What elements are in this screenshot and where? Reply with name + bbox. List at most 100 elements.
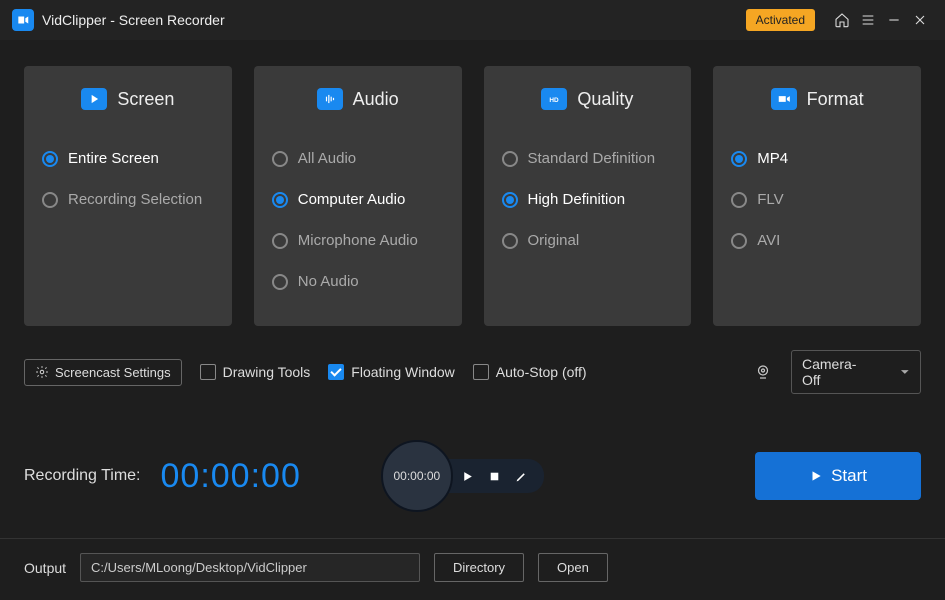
close-icon xyxy=(912,12,928,28)
time-circle-text: 00:00:00 xyxy=(394,469,441,483)
menu-button[interactable] xyxy=(855,7,881,33)
home-icon xyxy=(834,12,850,28)
radio-avi[interactable]: AVI xyxy=(731,220,903,261)
checkbox-icon xyxy=(473,364,489,380)
radio-microphone-audio[interactable]: Microphone Audio xyxy=(272,220,444,261)
checkbox-icon xyxy=(328,364,344,380)
playback-controls: 00:00:00 xyxy=(381,440,544,512)
screen-card: Screen Entire Screen Recording Selection xyxy=(24,66,232,326)
radio-icon xyxy=(272,151,288,167)
home-button[interactable] xyxy=(829,7,855,33)
activated-badge: Activated xyxy=(746,9,815,31)
close-button[interactable] xyxy=(907,7,933,33)
chevron-down-icon xyxy=(900,367,910,377)
format-card: Format MP4 FLV AVI xyxy=(713,66,921,326)
audio-card-header: Audio xyxy=(272,88,444,110)
auto-stop-checkbox[interactable]: Auto-Stop (off) xyxy=(473,364,587,380)
radio-label: Entire Screen xyxy=(68,150,159,167)
radio-label: Recording Selection xyxy=(68,191,202,208)
radio-label: Original xyxy=(528,232,580,249)
radio-icon xyxy=(502,192,518,208)
recording-row: Recording Time: 00:00:00 00:00:00 Start xyxy=(0,412,945,538)
radio-label: AVI xyxy=(757,232,780,249)
stop-button[interactable] xyxy=(488,470,501,483)
edit-button[interactable] xyxy=(515,470,528,483)
radio-label: High Definition xyxy=(528,191,626,208)
minimize-icon xyxy=(886,12,902,28)
recording-timer: 00:00:00 xyxy=(161,457,301,496)
radio-flv[interactable]: FLV xyxy=(731,179,903,220)
gear-icon xyxy=(35,365,49,379)
radio-all-audio[interactable]: All Audio xyxy=(272,138,444,179)
auto-stop-label: Auto-Stop (off) xyxy=(496,364,587,380)
audio-card: Audio All Audio Computer Audio Microphon… xyxy=(254,66,462,326)
radio-icon xyxy=(731,151,747,167)
radio-icon xyxy=(731,233,747,249)
camera-select-label: Camera-Off xyxy=(802,356,872,388)
radio-icon xyxy=(272,233,288,249)
radio-high-definition[interactable]: High Definition xyxy=(502,179,674,220)
radio-label: All Audio xyxy=(298,150,356,167)
floating-window-label: Floating Window xyxy=(351,364,455,380)
app-title: VidClipper - Screen Recorder xyxy=(42,12,746,28)
radio-icon xyxy=(502,151,518,167)
camera-icon xyxy=(771,88,797,110)
radio-icon xyxy=(272,192,288,208)
hd-icon: HD xyxy=(541,88,567,110)
screencast-settings-button[interactable]: Screencast Settings xyxy=(24,359,182,386)
quality-card: HD Quality Standard Definition High Defi… xyxy=(484,66,692,326)
quality-card-header: HD Quality xyxy=(502,88,674,110)
radio-label: No Audio xyxy=(298,273,359,290)
drawing-tools-checkbox[interactable]: Drawing Tools xyxy=(200,364,311,380)
floating-window-checkbox[interactable]: Floating Window xyxy=(328,364,455,380)
radio-icon xyxy=(272,274,288,290)
checkbox-icon xyxy=(200,364,216,380)
open-button[interactable]: Open xyxy=(538,553,608,582)
output-label: Output xyxy=(24,560,66,576)
radio-label: Computer Audio xyxy=(298,191,406,208)
play-icon xyxy=(461,470,474,483)
radio-icon xyxy=(731,192,747,208)
play-button[interactable] xyxy=(461,470,474,483)
options-cards: Screen Entire Screen Recording Selection… xyxy=(0,40,945,344)
audio-card-title: Audio xyxy=(353,89,399,110)
radio-mp4[interactable]: MP4 xyxy=(731,138,903,179)
title-bar: VidClipper - Screen Recorder Activated xyxy=(0,0,945,40)
directory-button[interactable]: Directory xyxy=(434,553,524,582)
menu-icon xyxy=(860,12,876,28)
pencil-icon xyxy=(515,470,528,483)
radio-recording-selection[interactable]: Recording Selection xyxy=(42,179,214,220)
radio-icon xyxy=(42,192,58,208)
radio-icon xyxy=(42,151,58,167)
options-bar: Screencast Settings Drawing Tools Floati… xyxy=(0,344,945,412)
svg-text:HD: HD xyxy=(550,97,560,104)
radio-label: MP4 xyxy=(757,150,788,167)
stop-icon xyxy=(488,470,501,483)
audio-icon xyxy=(317,88,343,110)
screen-card-header: Screen xyxy=(42,88,214,110)
radio-computer-audio[interactable]: Computer Audio xyxy=(272,179,444,220)
quality-card-title: Quality xyxy=(577,89,633,110)
start-button[interactable]: Start xyxy=(755,452,921,500)
time-circle: 00:00:00 xyxy=(381,440,453,512)
output-path-field[interactable]: C:/Users/MLoong/Desktop/VidClipper xyxy=(80,553,420,582)
radio-entire-screen[interactable]: Entire Screen xyxy=(42,138,214,179)
radio-icon xyxy=(502,233,518,249)
format-card-title: Format xyxy=(807,89,864,110)
app-logo-icon xyxy=(12,9,34,31)
radio-standard-definition[interactable]: Standard Definition xyxy=(502,138,674,179)
webcam-icon xyxy=(753,362,773,382)
recording-time-label: Recording Time: xyxy=(24,467,141,485)
minimize-button[interactable] xyxy=(881,7,907,33)
drawing-tools-label: Drawing Tools xyxy=(223,364,311,380)
radio-label: Standard Definition xyxy=(528,150,656,167)
camera-select[interactable]: Camera-Off xyxy=(791,350,921,394)
radio-original[interactable]: Original xyxy=(502,220,674,261)
screen-icon xyxy=(81,88,107,110)
play-icon xyxy=(809,469,823,483)
radio-no-audio[interactable]: No Audio xyxy=(272,261,444,302)
radio-label: Microphone Audio xyxy=(298,232,418,249)
radio-label: FLV xyxy=(757,191,783,208)
start-button-label: Start xyxy=(831,466,867,486)
output-row: Output C:/Users/MLoong/Desktop/VidClippe… xyxy=(0,538,945,596)
